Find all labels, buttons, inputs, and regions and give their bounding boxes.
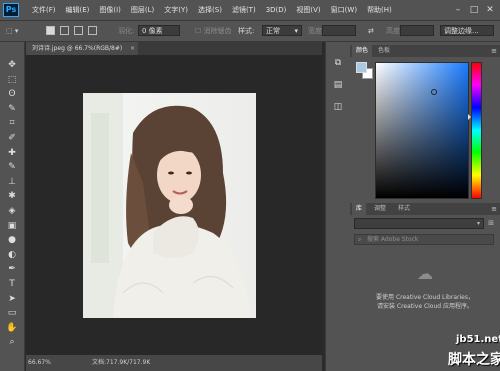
library-select[interactable]: ▾ bbox=[354, 218, 484, 229]
color-field[interactable] bbox=[375, 62, 469, 199]
tool-preset-icon[interactable]: ⬚ ▾ bbox=[6, 21, 18, 41]
menu-layer[interactable]: 图层(L) bbox=[127, 0, 158, 20]
refine-edge-button[interactable]: 调整边缘... bbox=[440, 25, 494, 36]
hand-tool-icon[interactable]: ✋ bbox=[4, 321, 20, 335]
document-image bbox=[83, 93, 256, 318]
document-tab-title: 刘诗诗.jpeg @ 66.7%(RGB/8#) bbox=[32, 45, 123, 52]
add-selection-icon[interactable] bbox=[60, 26, 69, 35]
dodge-tool-icon[interactable]: ◐ bbox=[4, 248, 20, 262]
quick-select-tool-icon[interactable]: ✎ bbox=[4, 102, 20, 116]
antialias-label: 消除锯齿 bbox=[203, 27, 232, 35]
width-input[interactable] bbox=[322, 25, 356, 36]
height-input[interactable] bbox=[400, 25, 434, 36]
gradient-tool-icon[interactable]: ▣ bbox=[4, 219, 20, 233]
antialias-checkbox[interactable]: ☐ 消除锯齿 bbox=[195, 21, 232, 41]
menu-type[interactable]: 文字(Y) bbox=[160, 0, 192, 20]
layers-panel-icon[interactable]: ◫ bbox=[331, 100, 345, 114]
style-select[interactable]: 正常 ▾ bbox=[262, 25, 302, 36]
menu-filter[interactable]: 滤镜(T) bbox=[228, 0, 260, 20]
menu-edit[interactable]: 编辑(E) bbox=[62, 0, 94, 20]
healing-brush-tool-icon[interactable]: ✚ bbox=[4, 146, 20, 160]
menu-window[interactable]: 窗口(W) bbox=[327, 0, 361, 20]
brush-tool-icon[interactable]: ✎ bbox=[4, 160, 20, 174]
right-panels: 颜色 色板 ≡ 库 调整 样式 ≡ ▾ ⊞ ⌕ 搜索 Adobe Stock ☁… bbox=[350, 42, 500, 371]
new-selection-icon[interactable] bbox=[46, 26, 55, 35]
creative-cloud-icon: ☁ bbox=[417, 264, 433, 283]
photoshop-window: Ps 文件(F) 编辑(E) 图像(I) 图层(L) 文字(Y) 选择(S) 滤… bbox=[0, 0, 500, 371]
library-panel-tabs: 库 调整 样式 ≡ bbox=[350, 203, 500, 215]
portrait-photo bbox=[83, 93, 256, 318]
collapsed-panel-strip: ⧉ ▤ ◫ bbox=[325, 42, 351, 371]
shape-tool-icon[interactable]: ▭ bbox=[4, 306, 20, 320]
tab-color[interactable]: 颜色 bbox=[352, 45, 373, 57]
clone-stamp-tool-icon[interactable]: ⊥ bbox=[4, 175, 20, 189]
stock-search-input[interactable]: ⌕ 搜索 Adobe Stock bbox=[354, 234, 494, 245]
tab-styles[interactable]: 样式 bbox=[394, 203, 414, 215]
search-icon: ⌕ bbox=[358, 236, 362, 243]
foreground-color-swatch[interactable] bbox=[356, 62, 367, 73]
photoshop-logo: Ps bbox=[3, 3, 19, 17]
menu-file[interactable]: 文件(F) bbox=[28, 0, 60, 20]
document-info: 文档:717.9K/717.9K bbox=[92, 359, 151, 366]
properties-panel-icon[interactable]: ▤ bbox=[331, 78, 345, 92]
menu-3d[interactable]: 3D(D) bbox=[262, 0, 291, 20]
tab-swatches[interactable]: 色板 bbox=[374, 45, 394, 57]
lasso-tool-icon[interactable]: ʘ bbox=[4, 87, 20, 101]
chevron-down-icon: ▾ bbox=[476, 220, 480, 227]
move-tool-icon[interactable]: ✥ bbox=[4, 58, 20, 72]
style-label: 样式: bbox=[238, 27, 255, 35]
watermark-site-name: 脚本之家 bbox=[448, 352, 500, 368]
close-button[interactable]: ✕ bbox=[482, 0, 498, 20]
document-tab[interactable]: 刘诗诗.jpeg @ 66.7%(RGB/8#) × bbox=[26, 42, 138, 55]
pen-tool-icon[interactable]: ✒ bbox=[4, 262, 20, 276]
maximize-button[interactable]: □ bbox=[466, 0, 482, 20]
subtract-selection-icon[interactable] bbox=[74, 26, 83, 35]
minimize-button[interactable]: – bbox=[450, 0, 466, 20]
feather-label: 羽化: bbox=[118, 27, 135, 35]
panel-menu-icon[interactable]: ≡ bbox=[491, 45, 497, 57]
feather-input[interactable]: 0 像素 bbox=[138, 25, 180, 36]
tab-libraries[interactable]: 库 bbox=[352, 203, 367, 215]
stock-search-placeholder: 搜索 Adobe Stock bbox=[367, 236, 419, 243]
blur-tool-icon[interactable]: ● bbox=[4, 233, 20, 247]
marquee-tool-icon[interactable]: ⬚ bbox=[4, 73, 20, 87]
hue-slider-marker[interactable] bbox=[468, 114, 471, 120]
grid-view-icon[interactable]: ⊞ bbox=[486, 218, 496, 229]
menu-help[interactable]: 帮助(H) bbox=[363, 0, 396, 20]
menu-select[interactable]: 选择(S) bbox=[194, 0, 226, 20]
intersect-selection-icon[interactable] bbox=[88, 26, 97, 35]
close-tab-icon[interactable]: × bbox=[130, 42, 135, 55]
canvas-area[interactable] bbox=[26, 55, 322, 355]
watermark-url: jb51.net bbox=[456, 334, 500, 345]
menu-image[interactable]: 图像(I) bbox=[95, 0, 125, 20]
chevron-down-icon: ▾ bbox=[294, 27, 298, 35]
tools-panel: ✥ ⬚ ʘ ✎ ⌗ ✐ ✚ ✎ ⊥ ✱ ◈ ▣ ● ◐ ✒ T ➤ ▭ ✋ ⌕ bbox=[0, 42, 25, 371]
color-picker-handle[interactable] bbox=[431, 89, 437, 95]
swap-icon[interactable]: ⇄ bbox=[368, 21, 374, 41]
library-message-line2: 请安装 Creative Cloud 应用程序。 bbox=[376, 303, 473, 310]
zoom-tool-icon[interactable]: ⌕ bbox=[4, 335, 20, 349]
path-select-tool-icon[interactable]: ➤ bbox=[4, 292, 20, 306]
style-value: 正常 bbox=[266, 27, 280, 35]
options-bar: ⬚ ▾ 羽化: 0 像素 ☐ 消除锯齿 样式: 正常 ▾ 宽度: ⇄ 高度: 调整… bbox=[0, 21, 500, 42]
eraser-tool-icon[interactable]: ◈ bbox=[4, 204, 20, 218]
zoom-level[interactable]: 66.67% bbox=[28, 355, 51, 371]
type-tool-icon[interactable]: T bbox=[4, 277, 20, 291]
window-controls: – □ ✕ bbox=[450, 0, 498, 20]
library-message-line1: 要使用 Creative Cloud Libraries， bbox=[376, 294, 474, 301]
history-panel-icon[interactable]: ⧉ bbox=[331, 56, 345, 70]
menu-items: 文件(F) 编辑(E) 图像(I) 图层(L) 文字(Y) 选择(S) 滤镜(T… bbox=[28, 0, 398, 20]
tab-adjustments[interactable]: 调整 bbox=[370, 203, 390, 215]
eyedropper-tool-icon[interactable]: ✐ bbox=[4, 131, 20, 145]
hue-slider[interactable] bbox=[471, 62, 482, 199]
menu-bar: Ps 文件(F) 编辑(E) 图像(I) 图层(L) 文字(Y) 选择(S) 滤… bbox=[0, 0, 500, 21]
crop-tool-icon[interactable]: ⌗ bbox=[4, 116, 20, 130]
color-panel-tabs: 颜色 色板 ≡ bbox=[350, 45, 500, 57]
menu-view[interactable]: 视图(V) bbox=[292, 0, 324, 20]
history-brush-tool-icon[interactable]: ✱ bbox=[4, 189, 20, 203]
panel-menu-icon[interactable]: ≡ bbox=[491, 203, 497, 215]
status-bar: 66.67% 文档:717.9K/717.9K bbox=[26, 355, 322, 371]
